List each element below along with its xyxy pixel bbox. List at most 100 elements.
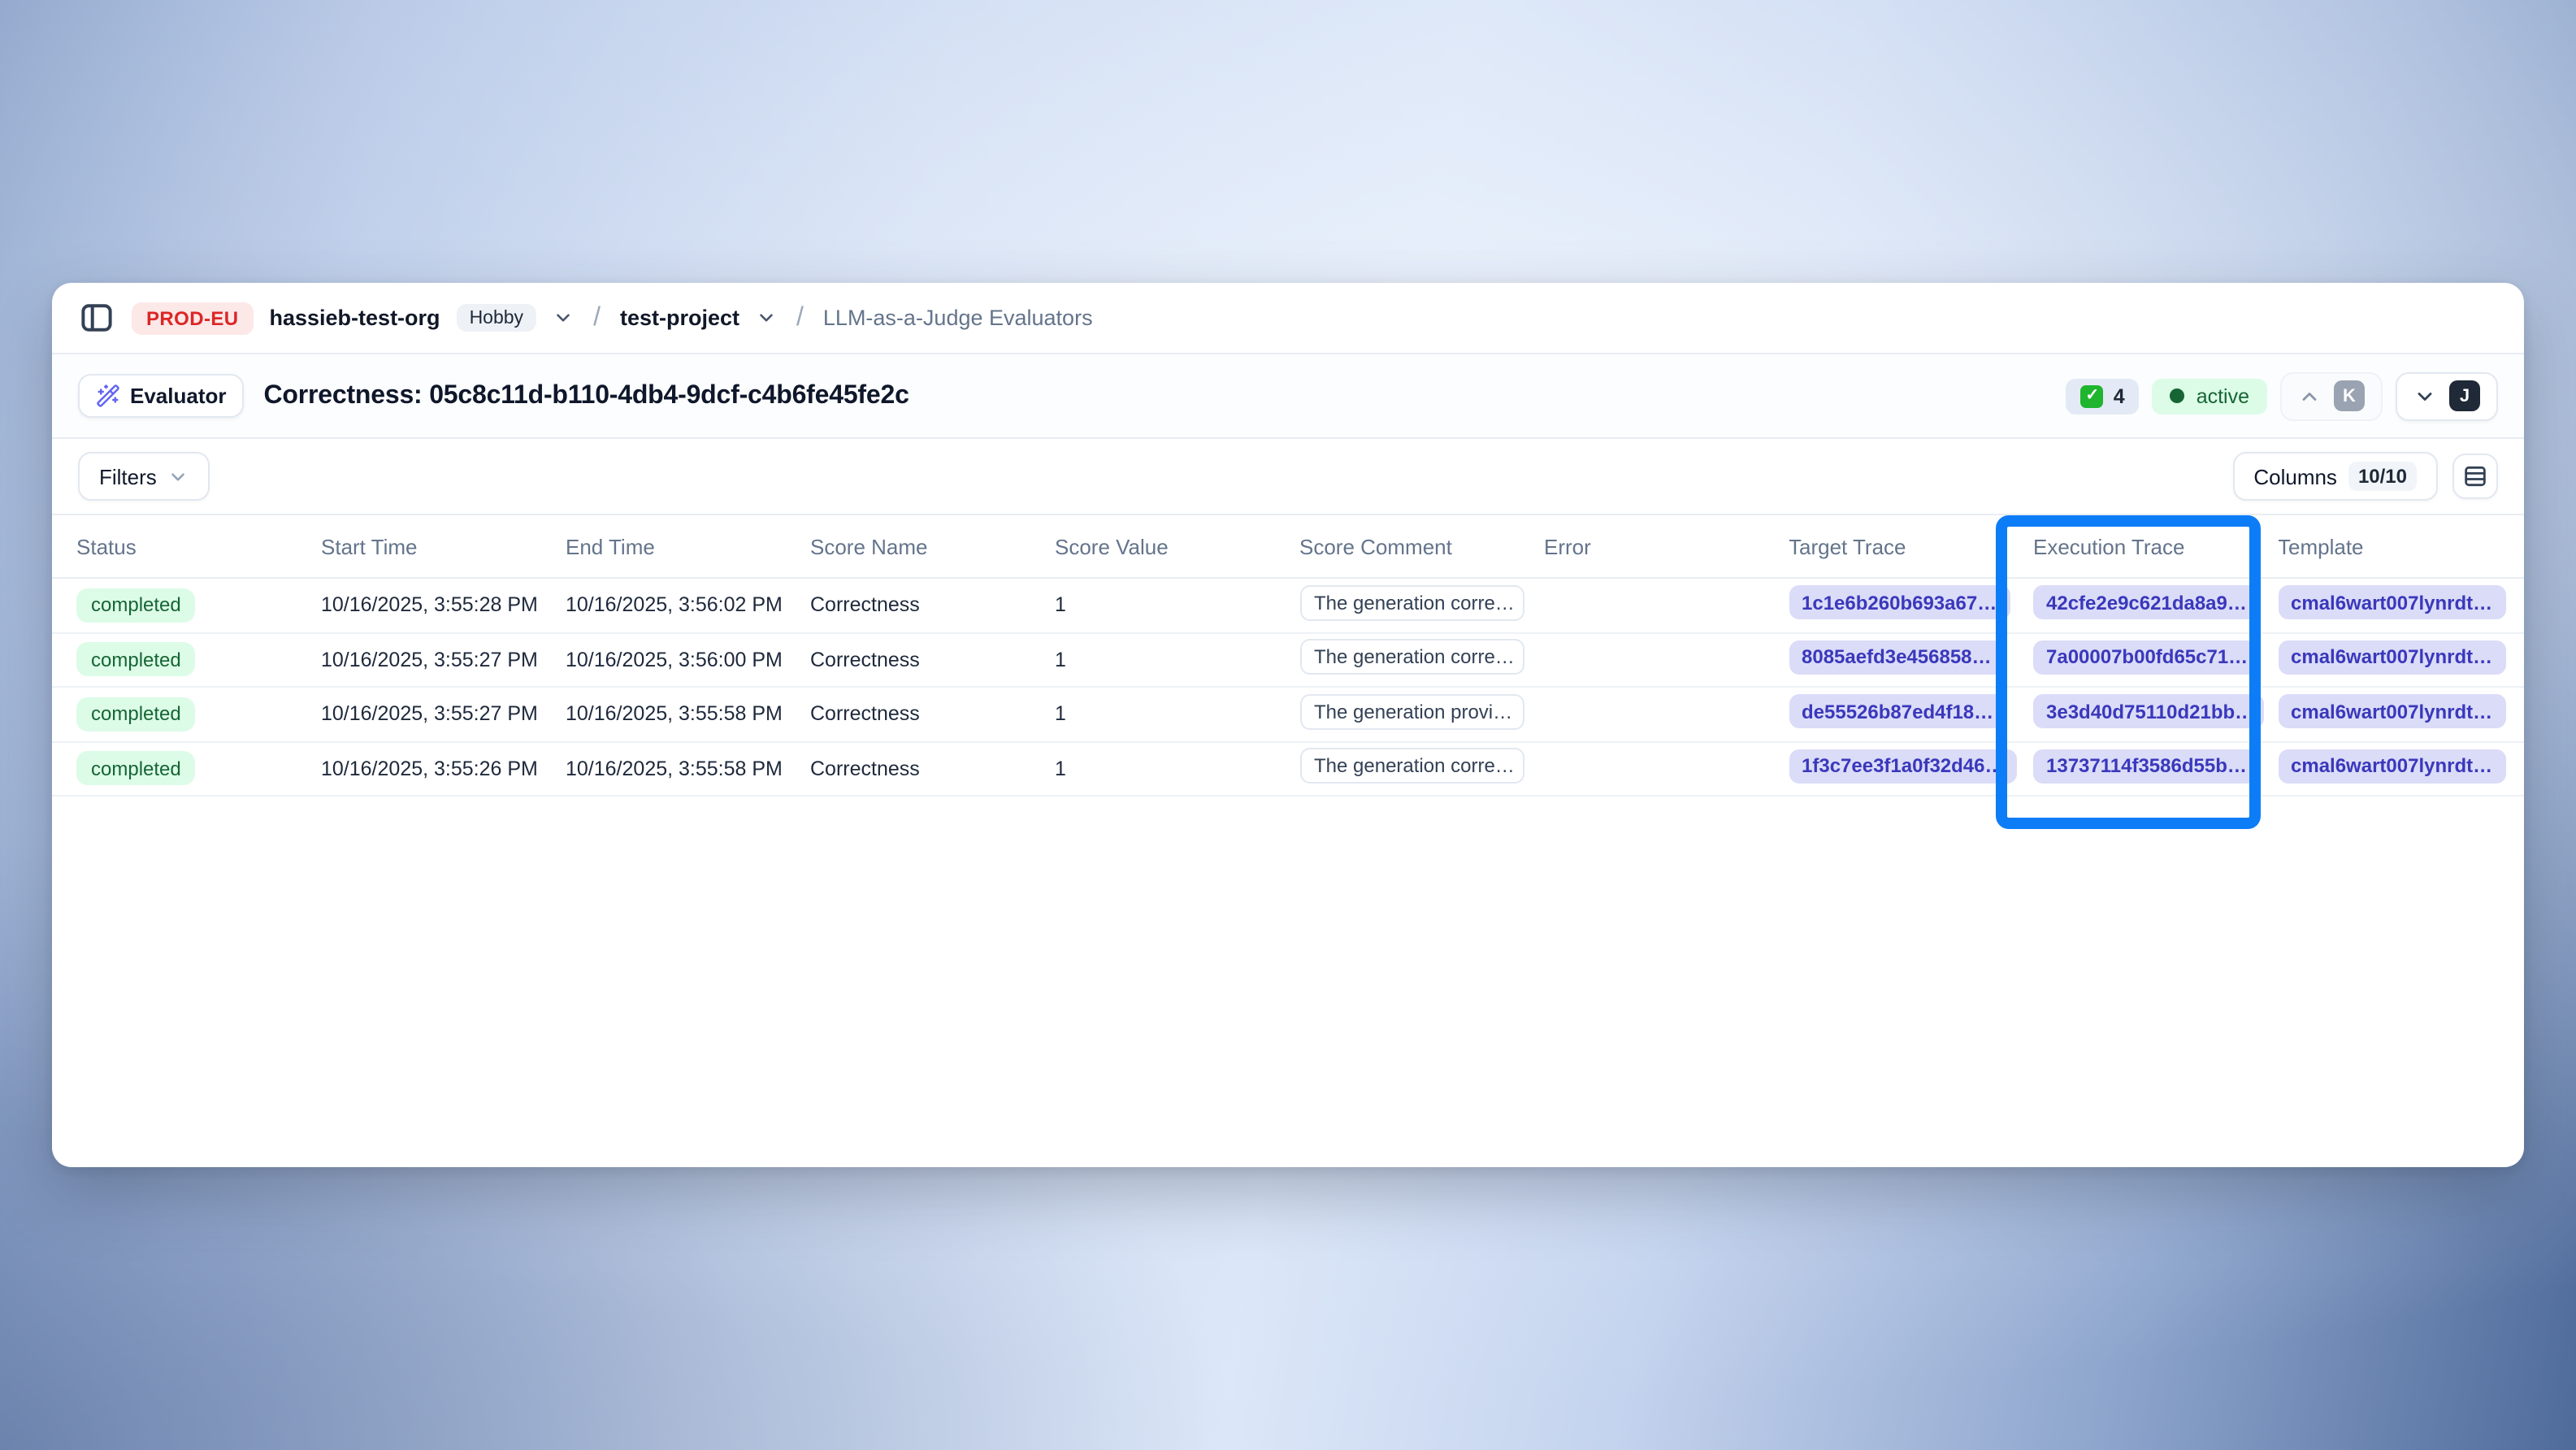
column-header-end-time[interactable]: End Time [566, 534, 810, 558]
template-link[interactable]: cmal6wart007lynrdt… [2278, 586, 2505, 620]
previous-item-button[interactable]: K [2280, 371, 2383, 420]
end-time-cell: 10/16/2025, 3:56:02 PM [566, 594, 810, 617]
page-title: Correctness: 05c8c11d-b110-4db4-9dcf-c4b… [264, 381, 909, 410]
check-icon: ✓ [2081, 384, 2104, 407]
table-row[interactable]: completed10/16/2025, 3:55:27 PM10/16/202… [52, 688, 2524, 742]
breadcrumb-project[interactable]: test-project [620, 306, 739, 330]
column-header-target-trace[interactable]: Target Trace [1789, 534, 2033, 558]
score-comment-box[interactable]: The generation corre… [1299, 749, 1524, 784]
breadcrumb-separator: / [793, 303, 807, 332]
plan-badge: Hobby [457, 304, 537, 332]
breadcrumb: PROD-EU hassieb-test-org Hobby / test-pr… [52, 283, 2524, 354]
target-trace-cell: 1c1e6b260b693a67… [1789, 586, 2033, 625]
status-cell: completed [76, 643, 321, 677]
score-comment-cell: The generation corre… [1299, 749, 1544, 789]
status-badge: completed [76, 752, 196, 786]
breadcrumb-separator: / [590, 303, 604, 332]
template-link[interactable]: cmal6wart007lynrdt… [2278, 749, 2505, 784]
table-row[interactable]: completed 10/16/2025, 3:55:28 PM10/16/202… [52, 579, 2524, 633]
score-name-cell: Correctness [810, 594, 1055, 617]
score-comment-box[interactable]: The generation corre… [1299, 585, 1524, 621]
template-link[interactable]: cmal6wart007lynrdt… [2278, 695, 2505, 729]
chevron-down-icon [2413, 384, 2436, 407]
next-item-button[interactable]: J [2396, 371, 2498, 420]
score-comment-box[interactable]: The generation provi… [1299, 694, 1524, 730]
execution-trace-link[interactable]: 3e3d40d75110d21bb… [2033, 695, 2264, 729]
score-comment-cell: The generation corre… [1299, 585, 1544, 626]
success-count-badge: ✓ 4 [2066, 378, 2140, 414]
score-name-cell: Correctness [810, 649, 1055, 671]
desktop-background: PROD-EU hassieb-test-org Hobby / test-pr… [0, 0, 2576, 1450]
column-header-status[interactable]: Status [76, 534, 321, 558]
status-dot-icon [2171, 389, 2185, 403]
table-toolbar: Filters Columns 10/10 [52, 439, 2524, 514]
column-header-execution-trace[interactable]: Execution Trace [2033, 534, 2278, 558]
column-header-score-comment[interactable]: Score Comment [1299, 534, 1544, 558]
execution-trace-link[interactable]: 13737114f3586d55b… [2033, 749, 2260, 784]
target-trace-link[interactable]: de55526b87ed4f18… [1789, 695, 2006, 729]
filters-button[interactable]: Filters [78, 452, 210, 501]
start-time-cell: 10/16/2025, 3:55:26 PM [321, 758, 566, 780]
breadcrumb-page[interactable]: LLM-as-a-Judge Evaluators [823, 306, 1093, 330]
status-label: active [2197, 384, 2249, 407]
columns-button[interactable]: Columns 10/10 [2232, 452, 2438, 501]
target-trace-cell: 1f3c7ee3f1a0f32d46… [1789, 749, 2033, 788]
column-header-score-name[interactable]: Score Name [810, 534, 1055, 558]
column-header-start-time[interactable]: Start Time [321, 534, 566, 558]
evaluator-type-label: Evaluator [130, 384, 227, 408]
org-switcher-button[interactable] [553, 307, 574, 328]
sidebar-toggle-button[interactable] [78, 301, 115, 335]
evaluator-header: Evaluator Correctness: 05c8c11d-b110-4db… [52, 354, 2524, 439]
score-comment-cell: The generation provi… [1299, 694, 1544, 735]
target-trace-cell: de55526b87ed4f18… [1789, 695, 2033, 734]
table-body: completed10/16/2025, 3:55:28 PM10/16/202… [52, 579, 2524, 797]
columns-count-badge: 10/10 [2348, 462, 2417, 491]
end-time-cell: 10/16/2025, 3:56:00 PM [566, 649, 810, 671]
status-badge: completed [76, 588, 196, 623]
execution-trace-cell: 42cfe2e9c621da8a9… [2033, 586, 2278, 625]
execution-trace-cell: 13737114f3586d55b… [2033, 749, 2278, 788]
score-name-cell: Correctness [810, 703, 1055, 726]
environment-badge: PROD-EU [132, 302, 254, 334]
score-value-cell: 1 [1055, 758, 1299, 780]
execution-trace-link[interactable]: 42cfe2e9c621da8a9… [2033, 586, 2260, 620]
status-cell: completed [76, 752, 321, 786]
column-header-error[interactable]: Error [1544, 534, 1789, 558]
score-value-cell: 1 [1055, 594, 1299, 617]
target-trace-link[interactable]: 1f3c7ee3f1a0f32d46… [1789, 749, 2018, 784]
start-time-cell: 10/16/2025, 3:55:28 PM [321, 594, 566, 617]
column-header-template[interactable]: Template [2278, 534, 2522, 558]
score-name-cell: Correctness [810, 758, 1055, 780]
table-row[interactable]: completed 10/16/2025, 3:55:26 PM10/16/202… [52, 742, 2524, 797]
chevron-down-icon [756, 307, 777, 328]
score-comment-box[interactable]: The generation corre… [1299, 640, 1524, 675]
table-header-row: Status Start Time End Time Score Name Sc… [52, 515, 2524, 579]
template-cell: cmal6wart007lynrdt… [2278, 586, 2522, 625]
end-time-cell: 10/16/2025, 3:55:58 PM [566, 758, 810, 780]
target-trace-link[interactable]: 1c1e6b260b693a67… [1789, 586, 2010, 620]
row-height-button[interactable] [2452, 454, 2498, 499]
breadcrumb-org[interactable]: hassieb-test-org [270, 306, 440, 330]
app-window: PROD-EU hassieb-test-org Hobby / test-pr… [52, 283, 2524, 1167]
target-trace-link[interactable]: 8085aefd3e456858… [1789, 640, 2005, 675]
wand-icon [96, 384, 120, 408]
status-cell: completed [76, 697, 321, 732]
table-row[interactable]: completed10/16/2025, 3:55:27 PM10/16/202… [52, 633, 2524, 688]
execution-trace-cell: 3e3d40d75110d21bb… [2033, 695, 2278, 734]
template-cell: cmal6wart007lynrdt… [2278, 695, 2522, 734]
score-value-cell: 1 [1055, 703, 1299, 726]
keyboard-shortcut-j: J [2449, 380, 2480, 411]
project-switcher-button[interactable] [756, 307, 777, 328]
end-time-cell: 10/16/2025, 3:55:58 PM [566, 703, 810, 726]
template-cell: cmal6wart007lynrdt… [2278, 640, 2522, 679]
keyboard-shortcut-k: K [2334, 380, 2365, 411]
execution-trace-link[interactable]: 7a00007b00fd65c71… [2033, 640, 2261, 675]
score-comment-cell: The generation corre… [1299, 640, 1544, 680]
chevron-down-icon [168, 466, 189, 487]
template-cell: cmal6wart007lynrdt… [2278, 749, 2522, 788]
status-badge: active [2153, 378, 2267, 414]
success-count-value: 4 [2114, 384, 2125, 407]
column-header-score-value[interactable]: Score Value [1055, 534, 1299, 558]
start-time-cell: 10/16/2025, 3:55:27 PM [321, 703, 566, 726]
template-link[interactable]: cmal6wart007lynrdt… [2278, 640, 2505, 675]
